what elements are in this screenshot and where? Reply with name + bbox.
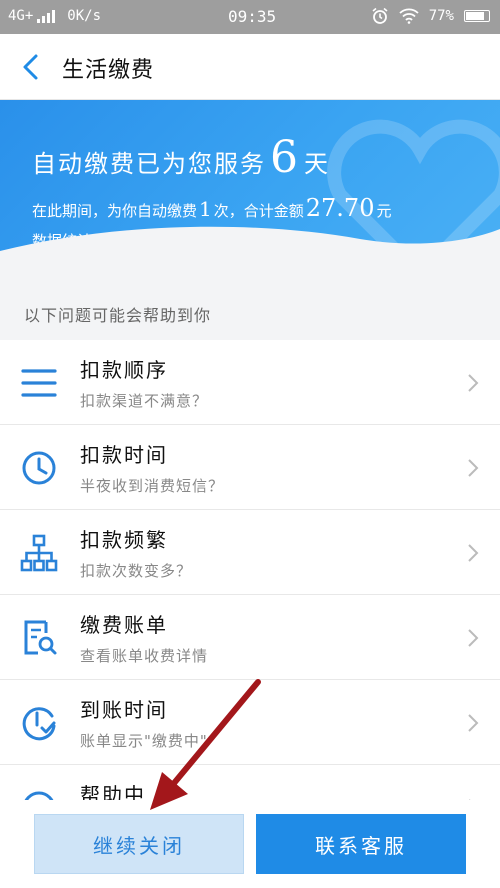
battery-percent: 77% (428, 8, 454, 24)
status-time: 09:35 (228, 7, 277, 26)
list-lines-icon (21, 369, 57, 397)
clock-check-icon (22, 707, 56, 741)
hierarchy-icon (20, 534, 58, 572)
banner-title-prefix: 自动缴费已为您服务 (32, 150, 266, 178)
list-item-title: 扣款时间 (80, 443, 168, 467)
list-item-deduction-order[interactable]: 扣款顺序 扣款渠道不满意？ (0, 340, 500, 425)
continue-close-button[interactable]: 继续关闭 (34, 814, 244, 874)
chevron-right-icon (468, 714, 479, 732)
banner-title: 自动缴费已为您服务 6 天 (32, 136, 330, 180)
status-right: 77% (371, 7, 490, 25)
chevron-right-icon (468, 544, 479, 562)
list-item-subtitle: 半夜收到消费短信？ (80, 477, 225, 495)
help-topics-list: 扣款顺序 扣款渠道不满意？ 扣款时间 半夜收到消费短信？ 扣款频繁 扣款次数变多… (0, 340, 500, 850)
chevron-right-icon (468, 374, 479, 392)
signal-icon (37, 9, 56, 23)
service-banner: 自动缴费已为您服务 6 天 在此期间，为你自动缴费 1 次，合计金额 27.70… (0, 100, 500, 270)
list-item-title: 缴费账单 (80, 613, 168, 637)
list-item-title: 扣款顺序 (80, 358, 168, 382)
help-section-label: 以下问题可能会帮助到你 (24, 306, 212, 325)
bill-search-icon (24, 620, 57, 655)
banner-title-suffix: 天 (304, 150, 330, 178)
bottom-action-bar: 继续关闭 联系客服 (0, 800, 500, 888)
wifi-icon (399, 8, 419, 24)
contact-service-button[interactable]: 联系客服 (256, 814, 466, 874)
app-header: 生活缴费 (0, 34, 500, 100)
list-item-subtitle: 查看账单收费详情 (80, 647, 209, 665)
list-item-subtitle: 扣款次数变多？ (80, 562, 193, 580)
list-item-title: 到账时间 (80, 698, 168, 722)
battery-icon (464, 10, 490, 22)
chevron-right-icon (468, 629, 479, 647)
list-item-subtitle: 账单显示"缴费中" (80, 732, 208, 750)
list-item-subtitle: 扣款渠道不满意？ (80, 392, 209, 410)
network-type: 4G+ (8, 8, 34, 24)
status-bar: 4G+ 0K/s 09:35 77% (0, 0, 500, 34)
list-item-title: 扣款频繁 (80, 528, 168, 552)
network-speed: 0K/s (67, 8, 102, 24)
status-left: 4G+ 0K/s (8, 8, 101, 24)
back-arrow-icon[interactable] (16, 50, 46, 84)
alarm-icon (372, 7, 388, 24)
list-item-deduction-time[interactable]: 扣款时间 半夜收到消费短信？ (0, 425, 500, 510)
clock-icon (22, 451, 56, 485)
service-days: 6 (270, 132, 300, 183)
list-item-arrival-time[interactable]: 到账时间 账单显示"缴费中" (0, 680, 500, 765)
chevron-right-icon (468, 459, 479, 477)
list-item-payment-bill[interactable]: 缴费账单 查看账单收费详情 (0, 595, 500, 680)
list-item-frequent-deduction[interactable]: 扣款频繁 扣款次数变多？ (0, 510, 500, 595)
page-title: 生活缴费 (62, 58, 155, 83)
banner-wave-decoration (0, 226, 500, 270)
